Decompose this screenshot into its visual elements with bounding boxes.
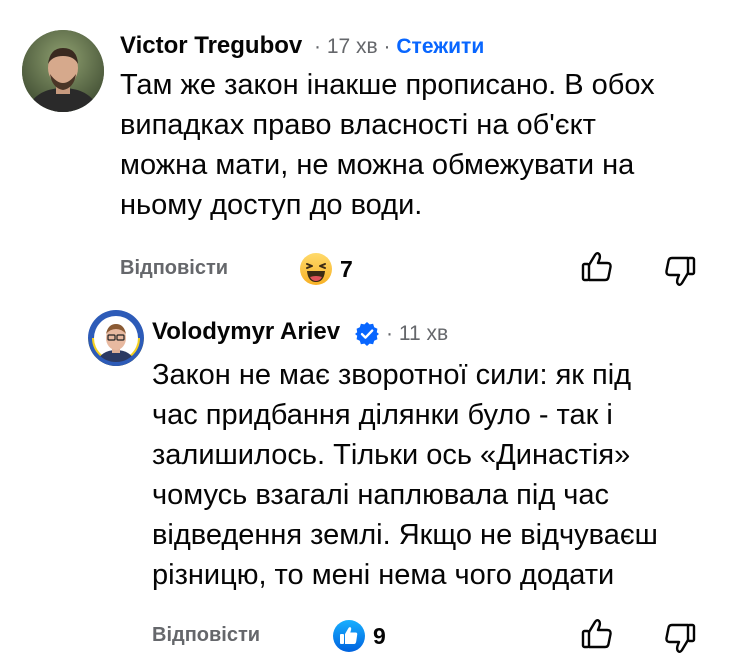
reaction-count[interactable]: 9	[373, 623, 386, 650]
follow-button[interactable]: Стежити	[396, 35, 484, 58]
like-icon[interactable]	[332, 619, 366, 653]
comment-line: відведення землі. Якщо не відчуваєш	[152, 519, 658, 551]
separator-dot: ·	[314, 35, 321, 58]
separator-dot: ·	[383, 35, 391, 58]
comment-line: ньому доступ до води.	[120, 189, 423, 221]
avatar-volodymyr-ariev[interactable]	[88, 310, 144, 366]
comment-author-name[interactable]: Victor Tregubov	[120, 32, 302, 60]
separator-dot: ·	[386, 322, 393, 345]
comment-line: час придбання ділянки було - так і	[152, 399, 613, 431]
comment-body: Закон не має зворотної сили: як під час …	[152, 355, 658, 595]
dislike-outline-icon[interactable]	[663, 254, 697, 288]
comment-line: чомусь взагалі наплювала під час	[152, 479, 610, 511]
comment-line: різницю, то мені нема чого додати	[152, 559, 615, 591]
like-outline-icon[interactable]	[580, 250, 614, 284]
reply-button[interactable]: Відповісти	[120, 257, 228, 280]
haha-emoji-icon[interactable]	[299, 252, 333, 286]
verified-badge-icon	[354, 321, 380, 347]
comment-line: залишилось. Тільки ось «Династія»	[152, 439, 631, 471]
reaction-count[interactable]: 7	[340, 256, 353, 283]
comment-line: Закон не має зворотної сили: як під	[152, 359, 632, 391]
comment-body: Там же закон інакше прописано. В обох ви…	[120, 65, 655, 225]
comment-timestamp[interactable]: 17 хв	[327, 35, 378, 58]
comment-line: випадках право власності на об'єкт	[120, 109, 596, 141]
dislike-outline-icon[interactable]	[663, 621, 697, 655]
comment-author-name[interactable]: Volodymyr Ariev	[152, 318, 340, 346]
avatar-victor-tregubov[interactable]	[22, 30, 104, 112]
comment-meta: · 11 хв	[386, 322, 448, 346]
comment-line: можна мати, не можна обмежувати на	[120, 149, 635, 181]
reply-button[interactable]: Відповісти	[152, 624, 260, 647]
comment-meta: · 17 хв · Стежити	[314, 35, 484, 59]
comment-timestamp[interactable]: 11 хв	[399, 322, 448, 345]
like-outline-icon[interactable]	[580, 617, 614, 651]
comment-line: Там же закон інакше прописано. В обох	[120, 69, 655, 101]
